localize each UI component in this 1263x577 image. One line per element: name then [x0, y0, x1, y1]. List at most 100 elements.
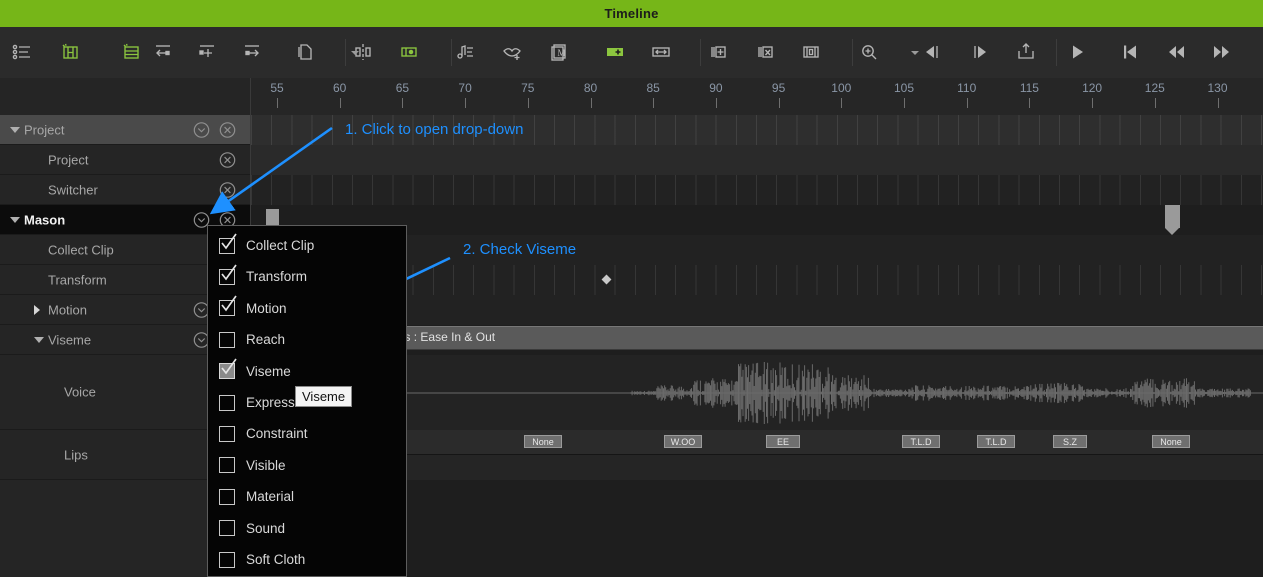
collapse-triangle-icon[interactable] — [34, 336, 44, 343]
viseme-label[interactable]: W.OO — [664, 435, 702, 448]
remove-transition-icon[interactable] — [750, 38, 780, 66]
align-clip-icon[interactable] — [394, 38, 424, 66]
move-clip-right-icon[interactable] — [237, 38, 267, 66]
track-close-icon[interactable] — [219, 121, 236, 138]
checkbox-icon[interactable] — [219, 520, 235, 537]
checkbox-icon[interactable] — [219, 457, 235, 474]
dropdown-item-material[interactable]: Material — [208, 481, 406, 512]
ruler-tick — [1154, 98, 1156, 108]
zoom-icon[interactable] — [854, 38, 884, 66]
go-to-start-icon[interactable] — [1115, 38, 1145, 66]
add-transition-icon[interactable] — [703, 38, 733, 66]
ruler-tick — [653, 98, 655, 108]
track-list-icon[interactable] — [7, 38, 37, 66]
export-range-icon[interactable] — [1011, 38, 1041, 66]
viseme-label[interactable]: EE — [766, 435, 800, 448]
next-frame-icon[interactable] — [1207, 38, 1237, 66]
dropdown-item-visible[interactable]: Visible — [208, 450, 406, 481]
chevron-down-icon[interactable] — [911, 51, 920, 57]
dropdown-item-viseme[interactable]: Viseme — [208, 356, 406, 387]
viseme-label[interactable]: T.L.D — [977, 435, 1015, 448]
collapse-triangle-icon[interactable] — [10, 216, 20, 223]
dropdown-item-transform[interactable]: Transform — [208, 261, 406, 292]
ruler-tick — [1029, 98, 1031, 108]
dropdown-item-label: Motion — [246, 300, 287, 316]
checkbox-icon[interactable] — [219, 425, 235, 442]
viseme-label[interactable]: None — [524, 435, 562, 448]
audio-list-icon[interactable] — [450, 38, 480, 66]
toolbar-separator — [451, 39, 452, 66]
ruler-tick-label: 55 — [270, 81, 284, 95]
ruler-tick-label: 105 — [893, 81, 915, 95]
dropdown-item-label: Constraint — [246, 426, 308, 442]
dropdown-item-collect-clip[interactable]: Collect Clip — [208, 230, 406, 261]
track-label: Voice — [64, 384, 96, 400]
stretch-clip-icon[interactable] — [646, 38, 676, 66]
checkbox-checked-icon[interactable] — [219, 264, 237, 285]
expand-triangle-icon[interactable] — [34, 304, 40, 315]
track-project-group[interactable]: Project — [0, 115, 250, 145]
add-lips-icon[interactable] — [497, 38, 527, 66]
checkbox-checked-icon[interactable] — [219, 295, 237, 317]
timeline-row-project[interactable] — [251, 145, 1263, 175]
dropdown-item-reach[interactable]: Reach — [208, 324, 406, 355]
ruler-tick-label: 60 — [333, 81, 347, 95]
dropdown-item-label: Viseme — [246, 363, 291, 379]
previous-frame-icon[interactable] — [1161, 38, 1191, 66]
dropdown-item-soft-cloth[interactable]: Soft Cloth — [208, 544, 406, 575]
track-label: Viseme — [48, 332, 92, 347]
checkbox-checked-icon[interactable] — [219, 233, 237, 254]
dropdown-item-sound[interactable]: Sound — [208, 513, 406, 544]
timeline-row-switcher[interactable] — [251, 175, 1263, 205]
add-media-track-icon[interactable] — [55, 38, 85, 66]
viseme-label[interactable]: S.Z — [1053, 435, 1087, 448]
toolbar-separator — [700, 39, 701, 66]
ruler-tick — [339, 98, 341, 108]
track-dropdown-icon[interactable] — [193, 121, 210, 138]
ruler-tick-label: 65 — [395, 81, 410, 95]
collapse-triangle-icon[interactable] — [10, 126, 20, 133]
chevron-down-icon[interactable] — [351, 51, 360, 57]
copy-clip-icon[interactable] — [290, 38, 320, 66]
track-close-icon[interactable] — [219, 181, 236, 198]
add-layer-track-icon[interactable] — [116, 38, 146, 66]
checkbox-icon[interactable] — [219, 331, 235, 348]
timeline-ruler[interactable]: 55 60 65 70 75 80 85 90 95 100 105 110 115 120 125 130 — [250, 78, 1263, 115]
track-project[interactable]: Project — [0, 145, 250, 175]
track-switcher[interactable]: Switcher — [0, 175, 250, 205]
playhead[interactable] — [1165, 205, 1180, 235]
move-clip-left-icon[interactable] — [148, 38, 178, 66]
checkbox-icon[interactable] — [219, 394, 235, 411]
play-icon[interactable] — [1062, 38, 1092, 66]
ruler-tick — [402, 98, 404, 108]
ruler-tick — [966, 98, 968, 108]
insert-clip-icon[interactable] — [192, 38, 222, 66]
viseme-label[interactable]: T.L.D — [902, 435, 940, 448]
add-clip-icon[interactable] — [600, 38, 630, 66]
track-close-icon[interactable] — [219, 151, 236, 168]
checkbox-checked-icon[interactable] — [219, 358, 237, 380]
ruler-tick-label: 110 — [957, 81, 977, 95]
track-label: Transform — [48, 272, 107, 287]
set-range-end-icon[interactable] — [965, 38, 995, 66]
track-label: Lips — [64, 447, 88, 462]
ruler-tick — [527, 98, 529, 108]
motion-library-icon[interactable]: M — [544, 38, 574, 66]
ruler-tick — [277, 98, 278, 108]
svg-text:M: M — [558, 48, 566, 58]
set-range-start-icon[interactable] — [917, 38, 947, 66]
ruler-tick — [1092, 98, 1094, 108]
dropdown-item-label: Reach — [246, 332, 286, 348]
ruler-tick-label: 100 — [831, 81, 852, 95]
track-label: Project — [48, 152, 89, 167]
dropdown-item-motion[interactable]: Motion — [208, 293, 406, 324]
checkbox-icon[interactable] — [219, 551, 235, 568]
dropdown-item-constraint[interactable]: Constraint — [208, 418, 406, 449]
checkbox-icon[interactable] — [219, 488, 235, 505]
ruler-tick-label: 85 — [646, 81, 660, 95]
toolbar-separator — [1056, 39, 1057, 66]
collect-clip-icon[interactable] — [796, 38, 826, 66]
timeline-window: Timeline M 55 60 65 70 75 80 85 90 95 100 105 110 11… — [0, 0, 1263, 577]
viseme-label[interactable]: None — [1152, 435, 1190, 448]
ruler-tick — [715, 98, 717, 108]
